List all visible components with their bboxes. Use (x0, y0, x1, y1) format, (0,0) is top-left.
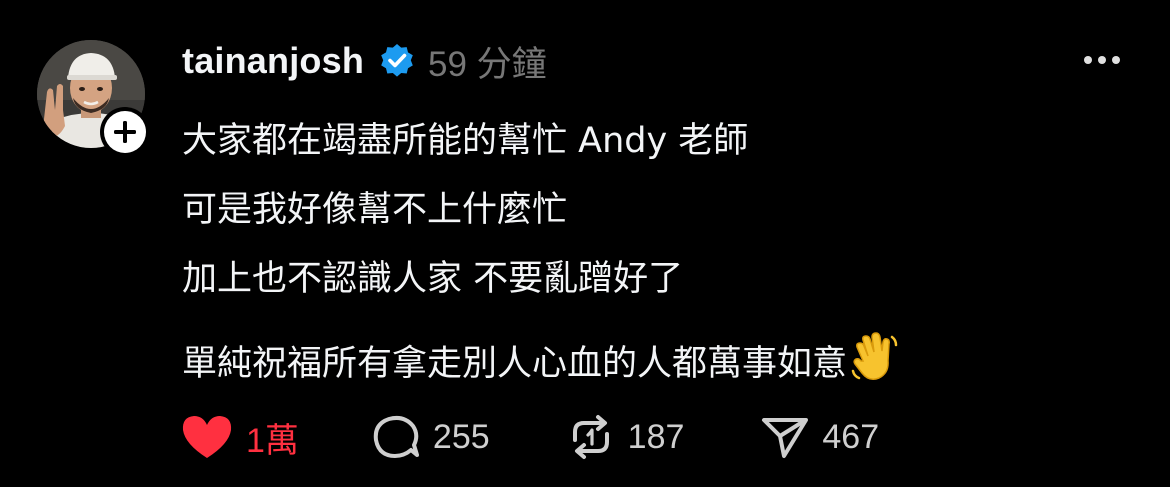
reply-button[interactable]: 255 (371, 414, 490, 460)
thread-post: tainanjosh 59 分鐘 大家都在竭盡所能的幫忙 Andy 老師 可是我… (0, 0, 1170, 487)
post-timestamp: 59 分鐘 (428, 44, 547, 84)
share-button[interactable]: 467 (760, 414, 879, 460)
post-text-line-4-text: 單純祝福所有拿走別人心血的人都萬事如意 (182, 344, 848, 384)
reply-count: 255 (432, 417, 490, 456)
verified-badge-icon (378, 42, 416, 80)
repost-count: 187 (627, 417, 685, 456)
post-text-line-4: 單純祝福所有拿走別人心血的人都萬事如意 (182, 330, 901, 399)
plus-icon (114, 121, 136, 143)
like-count: 1萬 (246, 421, 299, 460)
send-icon (762, 418, 809, 458)
waving-hand-icon (849, 331, 901, 407)
username[interactable]: tainanjosh (182, 40, 364, 82)
post-text-line-3: 加上也不認識人家 不要亂蹭好了 (182, 259, 684, 299)
more-options-button[interactable] (1082, 50, 1122, 70)
post-text-line-2: 可是我好像幫不上什麼忙 (182, 190, 568, 230)
share-count: 467 (822, 417, 880, 456)
avatar-container[interactable] (37, 40, 150, 157)
repost-button[interactable]: 187 (566, 414, 685, 460)
post-body: 大家都在竭盡所能的幫忙 Andy 老師 可是我好像幫不上什麼忙 加上也不認識人家… (182, 107, 901, 399)
more-icon (1084, 56, 1120, 64)
like-button[interactable]: 1萬 (180, 414, 299, 460)
heart-icon (182, 416, 232, 458)
action-bar: 1萬 255 187 467 (180, 414, 879, 460)
post-header: tainanjosh 59 分鐘 (182, 38, 547, 84)
comment-icon (373, 415, 419, 458)
follow-button[interactable] (100, 107, 150, 157)
repost-icon (572, 415, 609, 459)
post-text-line-1: 大家都在竭盡所能的幫忙 Andy 老師 (182, 121, 749, 161)
